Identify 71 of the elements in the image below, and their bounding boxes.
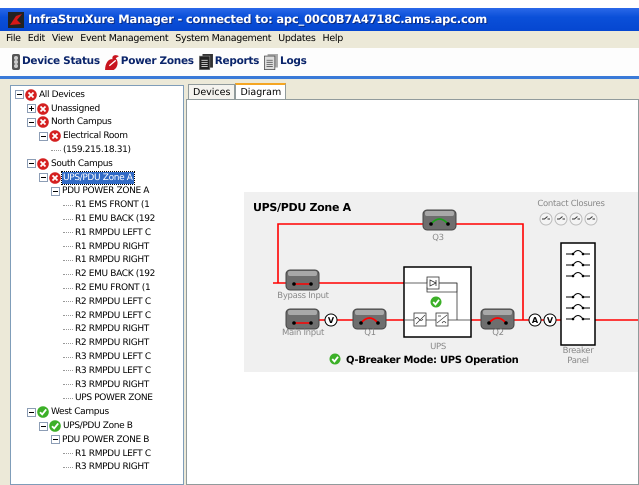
tree-item[interactable]: R2 RMPDU RIGHT <box>74 337 150 350</box>
tree-item[interactable]: Unassigned <box>50 102 101 115</box>
tree-item[interactable]: R3 RMPDU RIGHT <box>74 378 150 391</box>
ups-label: UPS <box>430 342 446 352</box>
tree-item[interactable]: R2 RMPDU LEFT C <box>74 310 152 322</box>
menu-item[interactable]: Edit <box>28 32 45 47</box>
tree-item[interactable]: R2 RMPDU RIGHT <box>74 323 150 336</box>
toolbar-button[interactable]: Power Zones <box>104 54 194 70</box>
tree-item[interactable]: UPS/PDU Zone B <box>62 420 134 432</box>
tree-item[interactable]: R1 RMPDU LEFT C <box>74 226 152 239</box>
app-logo-icon <box>8 12 24 28</box>
collapse-toggle[interactable] <box>15 90 24 100</box>
contact-closures-label: Contact Closures <box>537 199 605 209</box>
breaker-label: Q3 <box>432 233 444 243</box>
toolbar-button[interactable]: Device Status <box>12 54 100 70</box>
breaker-mode-status: Q-Breaker Mode: UPS Operation <box>346 355 518 366</box>
traffic-light-icon <box>12 54 20 70</box>
breaker-label: Q1 <box>364 328 376 338</box>
tree-item[interactable]: South Campus <box>50 158 114 170</box>
menu-item[interactable]: Event Management <box>80 32 168 47</box>
diagram-title: UPS/PDU Zone A <box>253 201 351 214</box>
document-stack-icon <box>198 54 213 70</box>
tree-item[interactable]: R2 EMU BACK (192 <box>74 268 156 280</box>
breaker-label: Bypass Input <box>277 291 329 301</box>
tree-item[interactable]: R2 EMU FRONT (1 <box>74 282 152 294</box>
tree-item[interactable]: R1 RMPDU RIGHT <box>74 240 150 253</box>
breaker-label: Q2 <box>492 328 504 338</box>
menu-item[interactable]: System Management <box>175 32 272 47</box>
tree-item[interactable]: UPS POWER ZONE <box>74 392 154 404</box>
tab[interactable]: Devices <box>188 84 236 99</box>
tree-item[interactable]: All Devices <box>38 88 86 101</box>
tree-item[interactable]: R1 RMPDU LEFT C <box>74 448 152 460</box>
tree-item[interactable]: R1 EMU BACK (192 <box>74 213 156 226</box>
toolbar-button[interactable]: Logs <box>264 54 307 70</box>
meter-symbol: V <box>324 314 338 326</box>
collapse-toggle[interactable] <box>39 422 48 431</box>
tab[interactable]: Diagram <box>235 83 286 99</box>
window-title: InfraStruXure Manager - connected to: apc_00C0B7A4718C.ams.apc.com <box>28 10 488 28</box>
menu-item[interactable]: File <box>6 32 21 47</box>
collapse-toggle[interactable] <box>27 408 36 417</box>
meter-symbol: A <box>528 314 542 326</box>
tree-item[interactable]: West Campus <box>50 406 110 418</box>
tree-item[interactable]: UPS/PDU Zone A <box>62 172 134 184</box>
collapse-toggle[interactable] <box>39 173 48 182</box>
log-document-icon <box>264 54 278 70</box>
tree-item[interactable]: PDU POWER ZONE A <box>61 185 150 198</box>
collapse-toggle[interactable] <box>51 186 60 196</box>
expand-toggle[interactable] <box>27 104 36 114</box>
tree-item[interactable]: (159.215.18.31) <box>62 144 132 156</box>
collapse-toggle[interactable] <box>39 132 48 141</box>
menu-item[interactable]: View <box>52 32 74 47</box>
tree-item[interactable]: R3 RMPDU RIGHT <box>74 461 150 474</box>
tree-item[interactable]: R3 RMPDU LEFT C <box>74 351 152 364</box>
tree-item[interactable]: North Campus <box>50 116 113 128</box>
breaker-label: Main Input <box>282 328 324 338</box>
tree-item[interactable]: Electrical Room <box>62 130 129 142</box>
toolbar-button[interactable]: Reports <box>198 54 260 70</box>
meter-symbol: V <box>544 314 556 326</box>
menu-item[interactable]: Updates <box>278 32 316 47</box>
collapse-toggle[interactable] <box>27 118 36 127</box>
tree-item[interactable]: PDU POWER ZONE B <box>61 434 150 446</box>
menu-item[interactable]: Help <box>322 32 343 47</box>
tree-item[interactable]: R1 RMPDU RIGHT <box>74 254 150 266</box>
ups-block-drawing <box>403 266 472 338</box>
tree-item[interactable]: R3 RMPDU LEFT C <box>74 364 152 377</box>
collapse-toggle[interactable] <box>27 159 36 168</box>
tree-item[interactable]: R2 RMPDU LEFT C <box>74 296 152 308</box>
power-zones-icon <box>104 54 119 70</box>
tree-item[interactable]: R1 EMS FRONT (1 <box>74 199 150 212</box>
collapse-toggle[interactable] <box>51 435 60 444</box>
breaker-panel-label: Breaker Panel <box>562 346 594 366</box>
